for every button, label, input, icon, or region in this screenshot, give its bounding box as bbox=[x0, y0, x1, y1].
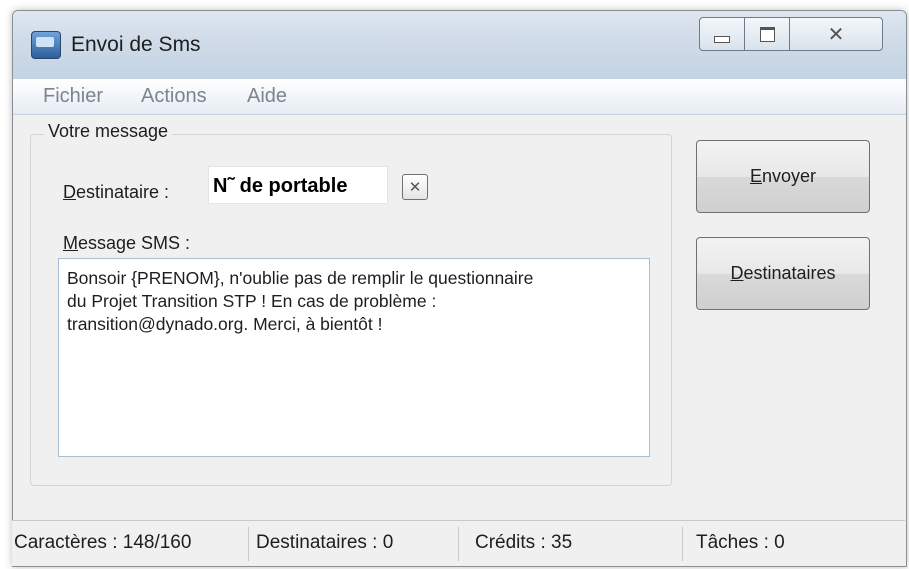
status-taches: Tâches : 0 bbox=[696, 532, 785, 553]
maximize-button[interactable] bbox=[744, 17, 790, 51]
groupbox-title: Votre message bbox=[44, 121, 173, 142]
clear-icon: ✕ bbox=[408, 179, 422, 196]
title-bar[interactable]: Envoi de Sms ✕ bbox=[13, 11, 906, 79]
clear-destinataire-button[interactable]: ✕ bbox=[402, 174, 428, 200]
message-label-accel: M bbox=[63, 233, 78, 253]
status-separator bbox=[682, 527, 683, 561]
menu-actions[interactable]: Actions bbox=[141, 85, 207, 108]
menu-bar: Fichier Actions Aide bbox=[13, 79, 906, 115]
envoyer-label: nvoyer bbox=[761, 166, 817, 186]
maximize-icon bbox=[759, 26, 775, 42]
destinataire-field[interactable]: N˜ de portable bbox=[208, 166, 388, 204]
destinataire-label-accel: D bbox=[63, 182, 76, 202]
destinataires-label: estinataires bbox=[743, 263, 836, 283]
minimize-button[interactable] bbox=[699, 17, 745, 51]
message-label-text: essage SMS : bbox=[78, 233, 191, 253]
message-textarea[interactable]: Bonsoir {PRENOM}, n'oublie pas de rempli… bbox=[58, 258, 650, 457]
destinataires-button[interactable]: Destinataires bbox=[696, 237, 870, 310]
destinataire-label-text: estinataire : bbox=[76, 182, 170, 202]
minimize-icon bbox=[714, 35, 730, 43]
close-button[interactable]: ✕ bbox=[789, 17, 883, 51]
window-title: Envoi de Sms bbox=[71, 33, 201, 56]
menu-aide[interactable]: Aide bbox=[247, 85, 287, 108]
status-destinataires: Destinataires : 0 bbox=[256, 532, 394, 553]
message-label: Message SMS : bbox=[63, 233, 190, 254]
envoyer-button[interactable]: Envoyer bbox=[696, 140, 870, 213]
destinataire-label: Destinataire : bbox=[63, 182, 169, 203]
envoyer-accel: E bbox=[749, 166, 762, 186]
menu-fichier[interactable]: Fichier bbox=[43, 85, 103, 108]
status-separator bbox=[458, 527, 459, 561]
status-caracteres: Caractères : 148/160 bbox=[14, 532, 192, 553]
status-separator bbox=[248, 527, 249, 561]
status-bar: Caractères : 148/160 Destinataires : 0 C… bbox=[12, 520, 905, 566]
app-icon bbox=[31, 31, 61, 59]
status-credits: Crédits : 35 bbox=[475, 532, 573, 553]
close-icon: ✕ bbox=[827, 23, 845, 46]
destinataires-accel: D bbox=[730, 263, 744, 283]
